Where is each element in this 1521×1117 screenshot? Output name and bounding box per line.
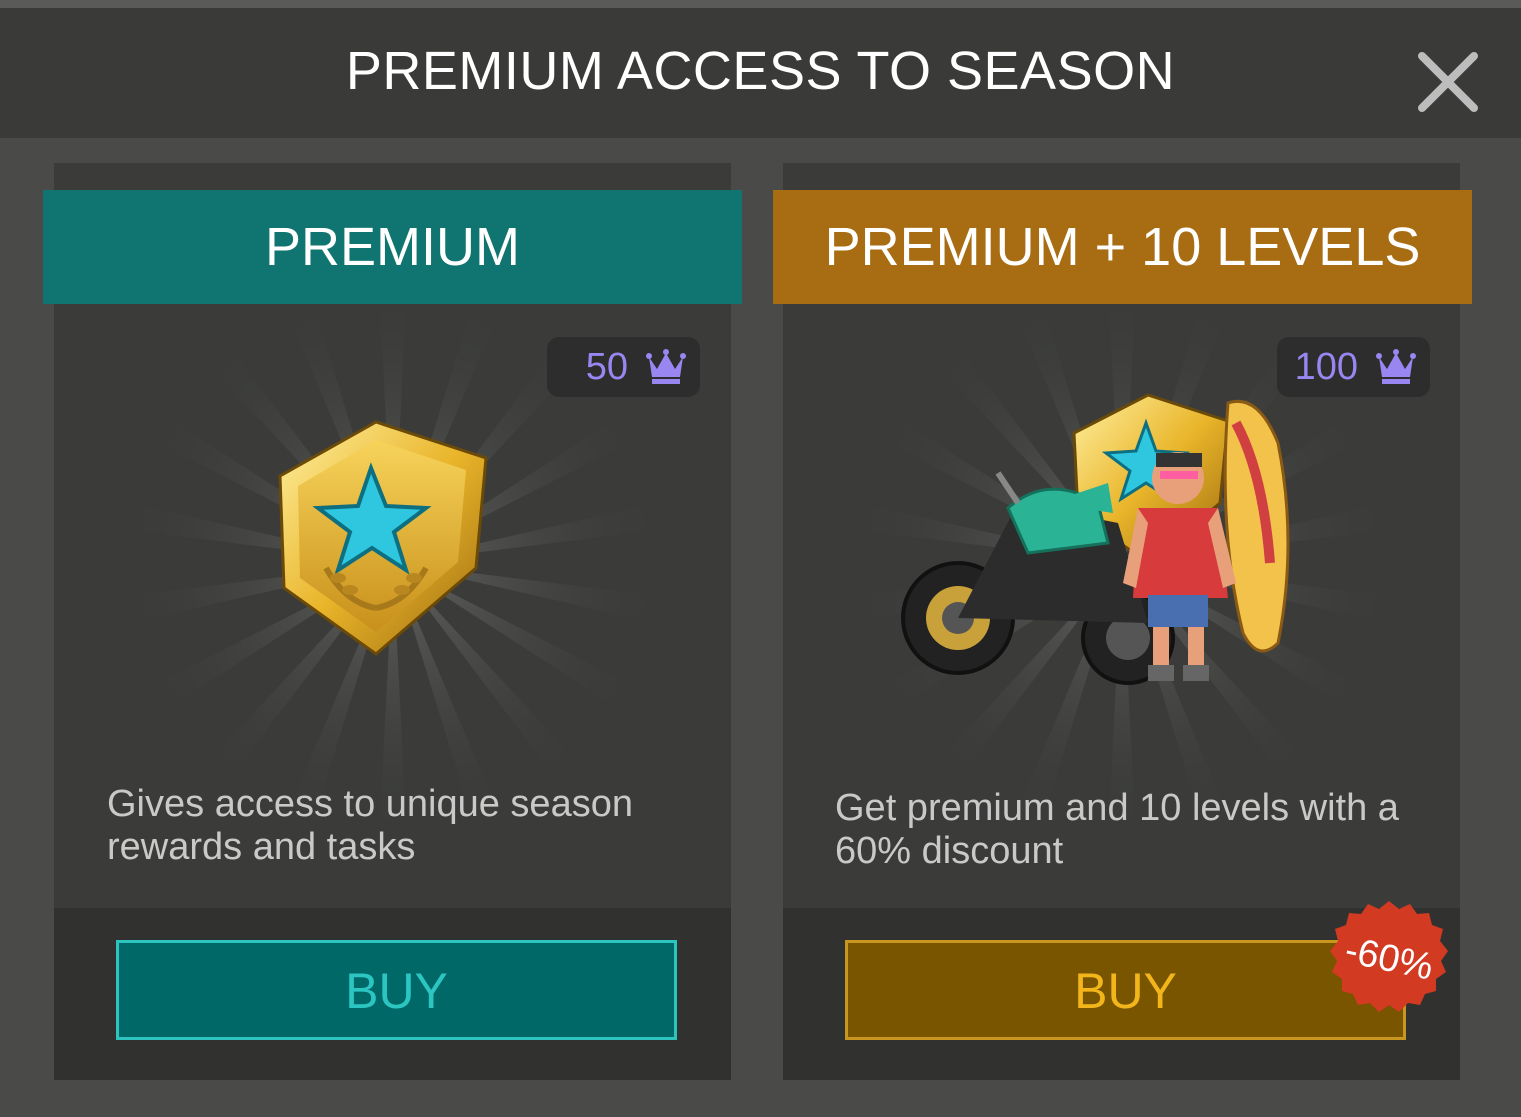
offer-card-premium: PREMIUM 50 Gives access to unique season… [43,163,742,1080]
discount-badge: -60% [1328,898,1450,1020]
crown-icon [646,349,686,384]
top-strip [0,0,1521,8]
crown-icon [1376,349,1416,384]
price-tag: 50 [547,337,700,397]
card-footer: BUY [54,908,731,1080]
offer-card-premium-plus-levels: PREMIUM + 10 LEVELS 100 Get premium and … [773,163,1472,1080]
price-value: 50 [585,345,628,388]
bundle-rewards-icon [901,393,1290,685]
card-banner-title: PREMIUM + 10 LEVELS [773,190,1472,304]
close-icon[interactable] [1412,46,1484,118]
discount-label: -60% [1341,929,1437,989]
offer-description: Get premium and 10 levels with a 60% dis… [835,787,1399,872]
offer-description: Gives access to unique season rewards an… [107,783,633,868]
buy-premium-button[interactable]: BUY [116,940,677,1040]
card-banner-title: PREMIUM [43,190,742,304]
dialog-title: PREMIUM ACCESS TO SEASON [345,41,1176,101]
premium-shield-icon [278,420,488,656]
dialog-header: PREMIUM ACCESS TO SEASON [0,8,1521,138]
